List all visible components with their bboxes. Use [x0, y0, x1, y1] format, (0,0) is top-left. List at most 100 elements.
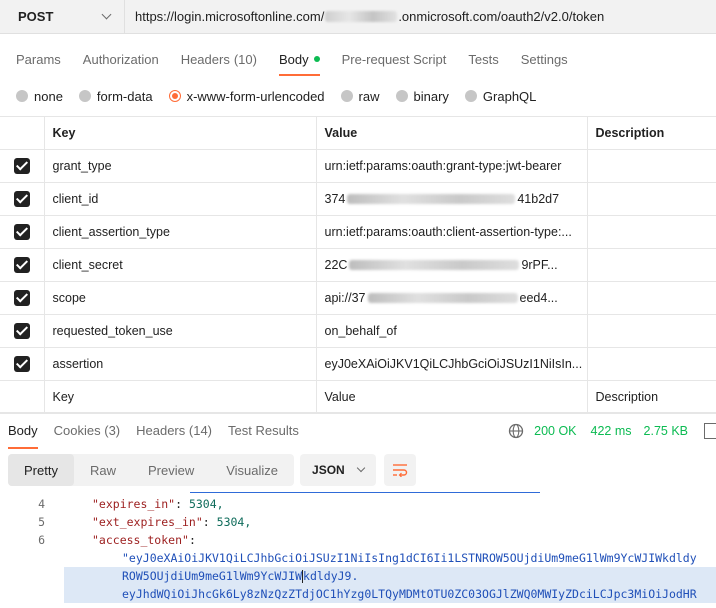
save-response-icon[interactable]: [704, 423, 716, 439]
checkbox-checked-icon[interactable]: [13, 323, 30, 339]
radio-binary[interactable]: binary: [395, 89, 449, 104]
radio-form-data[interactable]: form-data: [78, 89, 153, 104]
value-start: 22C: [324, 258, 348, 272]
method-select[interactable]: POST: [0, 0, 125, 34]
body-type-radios: none form-data x-www-form-urlencoded raw…: [16, 86, 552, 106]
tab-test-results[interactable]: Test Results: [228, 413, 299, 449]
mode-raw[interactable]: Raw: [74, 454, 132, 486]
key-cell[interactable]: client_assertion_type: [43, 215, 317, 249]
value-placeholder[interactable]: Value: [315, 380, 588, 414]
response-time[interactable]: 422 ms: [591, 424, 632, 438]
value-cell[interactable]: api://37 eed4...: [315, 281, 588, 315]
status-code[interactable]: 200 OK: [534, 424, 576, 438]
value-end: eed4...: [519, 291, 558, 305]
table-header-row: Key Value Description: [0, 116, 716, 150]
radio-x-www-form-urlencoded[interactable]: x-www-form-urlencoded: [168, 88, 325, 104]
tab-label: Body: [8, 423, 38, 438]
response-size[interactable]: 2.75 KB: [644, 424, 688, 438]
key-cell[interactable]: grant_type: [43, 149, 317, 183]
description-cell[interactable]: [586, 182, 716, 216]
response-code-viewer[interactable]: 4 "expires_in": 5304, 5 "ext_expires_in"…: [0, 490, 716, 608]
redacted-tenant: [325, 11, 398, 22]
tab-response-body[interactable]: Body: [8, 413, 38, 449]
json-number: 5304,: [216, 515, 252, 529]
table-row: grant_type urn:ietf:params:oauth:grant-t…: [0, 149, 716, 183]
table-row: scope api://37 eed4...: [0, 281, 716, 315]
tab-settings[interactable]: Settings: [521, 40, 568, 78]
description-cell[interactable]: [586, 347, 716, 381]
tab-body[interactable]: Body: [278, 40, 320, 78]
checkbox-checked-icon[interactable]: [13, 356, 30, 372]
radio-circle-icon: [78, 90, 91, 102]
table-row: client_secret 22C 9rPF...: [0, 248, 716, 282]
value-cell[interactable]: urn:ietf:params:oauth:client-assertion-t…: [315, 215, 588, 249]
redacted-value: [367, 293, 518, 303]
tab-label: Body: [278, 51, 309, 67]
tab-cookies[interactable]: Cookies (3): [54, 413, 120, 449]
globe-icon[interactable]: [508, 423, 524, 439]
viewer-mode-tabs: Pretty Raw Preview Visualize: [8, 454, 295, 486]
key-cell[interactable]: assertion: [43, 347, 317, 381]
wrap-lines-button[interactable]: [384, 454, 417, 486]
radio-raw[interactable]: raw: [340, 89, 380, 104]
radio-circle-icon: [340, 90, 353, 102]
tab-params[interactable]: Params: [16, 40, 61, 78]
table-row: requested_token_use on_behalf_of: [0, 314, 716, 348]
description-placeholder[interactable]: Description: [586, 380, 716, 414]
value-cell[interactable]: urn:ietf:params:oauth:grant-type:jwt-bea…: [315, 149, 588, 183]
redacted-value: [347, 194, 516, 204]
tab-pre-request-script[interactable]: Pre-request Script: [342, 40, 447, 78]
value-cell[interactable]: 374 41b2d7: [315, 182, 588, 216]
value-end: 9rPF...: [521, 258, 558, 272]
description-cell[interactable]: [586, 314, 716, 348]
selection-edge: [190, 490, 540, 493]
tab-authorization[interactable]: Authorization: [83, 40, 159, 78]
tab-headers[interactable]: Headers (10): [181, 40, 257, 78]
code-line: 4 "expires_in": 5304,: [0, 495, 716, 513]
row-checkbox-cell: [0, 281, 45, 315]
url-input[interactable]: https://login.microsoftonline.com/ .onmi…: [125, 9, 604, 24]
json-key: "expires_in": [92, 497, 176, 511]
mode-preview[interactable]: Preview: [132, 454, 210, 486]
json-string-part: ROW5OUjdiUm9meG1lWm9YcWJIW: [122, 569, 303, 583]
code-line-highlighted: eyJhdWQiOiJhcGk6Ly8zNzQzZTdjOC1hYzg0LTQy…: [64, 585, 716, 603]
line-number: 4: [38, 497, 45, 511]
key-placeholder[interactable]: Key: [43, 380, 317, 414]
redacted-value: [349, 260, 520, 270]
value-cell[interactable]: eyJ0eXAiOiJKV1QiLCJhbGciOiJSUzI1NiIsIn..…: [315, 347, 588, 381]
checkbox-checked-icon[interactable]: [13, 290, 30, 306]
key-cell[interactable]: scope: [43, 281, 317, 315]
description-cell[interactable]: [586, 215, 716, 249]
key-cell[interactable]: client_id: [43, 182, 317, 216]
tab-label: Pre-request Script: [341, 51, 447, 67]
value-cell[interactable]: on_behalf_of: [315, 314, 588, 348]
radio-graphql[interactable]: GraphQL: [464, 89, 536, 104]
value-start: api://37: [324, 291, 366, 305]
checkbox-checked-icon[interactable]: [13, 158, 30, 174]
tab-tests[interactable]: Tests: [468, 40, 498, 78]
key-cell[interactable]: requested_token_use: [43, 314, 317, 348]
mode-visualize[interactable]: Visualize: [210, 454, 294, 486]
radio-label: x-www-form-urlencoded: [186, 88, 325, 104]
value-end: 41b2d7: [517, 192, 560, 206]
json-string: eyJhdWQiOiJhcGk6Ly8zNzQzZTdjOC1hYzg0LTQy…: [122, 587, 697, 601]
key-cell[interactable]: client_secret: [43, 248, 317, 282]
description-cell[interactable]: [586, 281, 716, 315]
json-key: "ext_expires_in": [92, 515, 203, 529]
checkbox-checked-icon[interactable]: [13, 257, 30, 273]
table-row: client_assertion_type urn:ietf:params:oa…: [0, 215, 716, 249]
code-text: "ext_expires_in": 5304,: [92, 515, 252, 529]
code-line: 6 "access_token":: [0, 531, 716, 549]
tab-response-headers[interactable]: Headers (14): [136, 413, 212, 449]
active-dot-icon: [313, 56, 320, 62]
format-select[interactable]: JSON: [300, 454, 377, 486]
description-cell[interactable]: [586, 248, 716, 282]
checkbox-checked-icon[interactable]: [13, 191, 30, 207]
checkbox-checked-icon[interactable]: [13, 224, 30, 240]
table-row-empty: Key Value Description: [0, 380, 716, 414]
description-cell[interactable]: [586, 149, 716, 183]
mode-pretty[interactable]: Pretty: [8, 454, 74, 486]
value-cell[interactable]: 22C 9rPF...: [315, 248, 588, 282]
radio-none[interactable]: none: [16, 89, 63, 104]
method-label: POST: [18, 9, 54, 24]
